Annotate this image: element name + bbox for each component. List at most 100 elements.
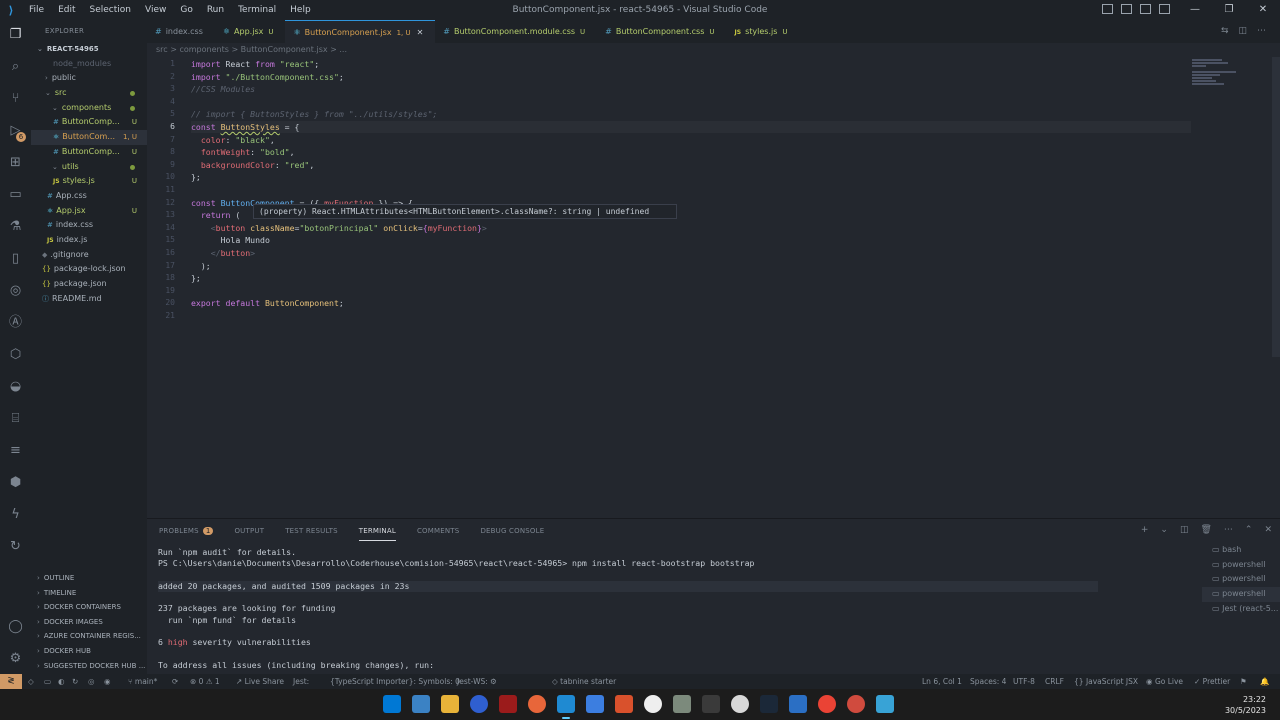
terminal-item-bash[interactable]: ▭ bash [1202, 543, 1280, 558]
tree-item-app-css[interactable]: # App.css [31, 189, 147, 204]
tab-problems[interactable]: PROBLEMS 1 [159, 527, 214, 535]
bookmarks-icon[interactable]: ▯ [7, 250, 24, 267]
cursor-position[interactable]: Ln 6, Col 1 [922, 674, 962, 689]
feedback-icon[interactable]: ⚑ [1240, 674, 1247, 689]
menu-view[interactable]: View [138, 0, 173, 20]
section-timeline[interactable]: › TIMELINE [31, 586, 147, 601]
tab-comments[interactable]: COMMENTS [417, 527, 459, 535]
section-docker-containers[interactable]: › DOCKER CONTAINERS [31, 600, 147, 615]
tab-app-jsx[interactable]: ⚛ App.jsx U [215, 20, 286, 43]
tab-buttoncomponent-jsx[interactable]: ⚛ ButtonComponent.jsx 1, U ✕ [285, 20, 436, 43]
settings-gear-icon[interactable]: ⚙ [7, 650, 24, 667]
tab-test-results[interactable]: TEST RESULTS [285, 527, 338, 535]
indentation[interactable]: Spaces: 4 [970, 674, 1006, 689]
maximize-panel-icon[interactable]: ⌃ [1245, 525, 1253, 535]
jest-ws-status[interactable]: Jest-WS: ⚙ [457, 674, 497, 689]
tree-item-public[interactable]: › public [31, 71, 147, 86]
windows-start-icon[interactable] [383, 695, 401, 713]
live-share-status[interactable]: ↗ Live Share [236, 674, 284, 689]
todo-app-icon[interactable] [412, 695, 430, 713]
tree-item-utils[interactable]: ⌄ utils [31, 160, 147, 175]
git-tool-icon[interactable] [528, 695, 546, 713]
tree-item-gitignore[interactable]: ◆ .gitignore [31, 248, 147, 263]
tree-item-readme[interactable]: ⓘ README.md [31, 292, 147, 307]
tab-terminal[interactable]: TERMINAL [358, 527, 397, 541]
menu-edit[interactable]: Edit [51, 0, 82, 20]
more-actions-icon[interactable]: ⋯ [1257, 26, 1266, 36]
encoding[interactable]: UTF-8 [1013, 674, 1035, 689]
tree-item-index-css[interactable]: # index.css [31, 218, 147, 233]
editor-scrollbar[interactable] [1272, 57, 1280, 357]
tab-buttoncomponent-css[interactable]: # ButtonComponent.css U [597, 20, 726, 43]
testing-icon[interactable]: ⚗ [7, 218, 24, 235]
menu-file[interactable]: File [22, 0, 51, 20]
docker-icon[interactable]: ◒ [7, 378, 24, 395]
search-icon[interactable]: ⌕ [7, 58, 24, 75]
go-live-button[interactable]: ◉ Go Live [1146, 674, 1183, 689]
ubuntu-icon[interactable] [615, 695, 633, 713]
problems-status[interactable]: ⊗ 0 ⚠ 1 [190, 674, 220, 689]
git-branch[interactable]: ⑂ main* [128, 674, 157, 689]
chat-app-icon[interactable] [470, 695, 488, 713]
workspace-icon[interactable]: ▭ [44, 674, 51, 689]
terminal-icon[interactable]: ⌸ [7, 410, 24, 427]
tab-buttoncomponent-module-css[interactable]: # ButtonComponent.module.css U [435, 20, 597, 43]
terminal-item-jest[interactable]: ▭ Jest (react-5... [1202, 602, 1280, 617]
line-endings[interactable]: CRLF [1045, 674, 1064, 689]
customize-layout-icon[interactable] [1159, 4, 1170, 14]
tree-item-package-json[interactable]: {} package.json [31, 277, 147, 292]
terminal-item-powershell-active[interactable]: ▭ powershell [1202, 587, 1280, 602]
steam-icon[interactable] [760, 695, 778, 713]
notes-icon[interactable] [789, 695, 807, 713]
section-outline[interactable]: › OUTLINE [31, 571, 147, 586]
tree-item-node-modules[interactable]: node_modules [31, 57, 147, 72]
gitlens-icon[interactable]: ⬡ [7, 346, 24, 363]
menu-help[interactable]: Help [283, 0, 318, 20]
accounts-icon[interactable]: ◐ [58, 674, 65, 689]
sync-icon[interactable]: ↻ [72, 674, 78, 689]
terminal-item-powershell[interactable]: ▭ powershell [1202, 572, 1280, 587]
packages-icon[interactable]: ⬢ [7, 474, 24, 491]
close-panel-icon[interactable]: ✕ [1264, 525, 1272, 535]
language-mode[interactable]: {} JavaScript JSX [1074, 674, 1138, 689]
vscode-taskbar-icon[interactable] [557, 695, 575, 713]
remote-indicator-icon[interactable]: ≷ [0, 674, 22, 689]
section-azure-container-registry[interactable]: › AZURE CONTAINER REGIS... [31, 629, 147, 644]
github-desktop-icon[interactable] [644, 695, 662, 713]
chevron-down-icon[interactable]: ⌄ [1160, 525, 1168, 535]
explorer-icon[interactable]: ❐ [7, 26, 24, 43]
tree-item-src[interactable]: ⌄ src [31, 86, 147, 101]
chrome-icon[interactable] [818, 695, 836, 713]
tree-item-buttoncomponent-module-css[interactable]: # ButtonComp... U [31, 145, 147, 160]
typescript-importer-status[interactable]: {TypeScript Importer}: Symbols: 0 [330, 674, 460, 689]
menu-selection[interactable]: Selection [83, 0, 138, 20]
tree-item-styles-js[interactable]: JS styles.js U [31, 174, 147, 189]
menu-run[interactable]: Run [200, 0, 231, 20]
extensions-icon[interactable]: ⊞ [7, 154, 24, 171]
broadcast-icon[interactable]: ◉ [104, 674, 111, 689]
azure-data-studio-icon[interactable] [586, 695, 604, 713]
section-docker-images[interactable]: › DOCKER IMAGES [31, 615, 147, 630]
maximize-icon[interactable]: ❐ [1212, 0, 1246, 20]
more-actions-icon[interactable]: ⋯ [1224, 525, 1233, 535]
tree-item-app-jsx[interactable]: ⚛ App.jsx U [31, 204, 147, 219]
split-terminal-icon[interactable]: ◫ [1180, 525, 1189, 535]
tree-item-buttoncomponent-jsx[interactable]: ⚛ ButtonCom... 1, U [31, 130, 147, 145]
new-terminal-icon[interactable]: + [1141, 525, 1149, 535]
tab-debug-console[interactable]: DEBUG CONSOLE [480, 527, 544, 535]
section-docker-hub[interactable]: › DOCKER HUB [31, 644, 147, 659]
project-root[interactable]: ⌄ REACT-54965 [31, 42, 147, 57]
database-icon[interactable]: ≡ [7, 442, 24, 459]
source-control-icon[interactable]: ⑂ [7, 90, 24, 107]
copilot-icon[interactable]: ◎ [88, 674, 95, 689]
terminal-app-icon[interactable] [702, 695, 720, 713]
kill-terminal-icon[interactable]: 🗑 [1200, 525, 1211, 535]
section-suggested-docker-hub[interactable]: › SUGGESTED DOCKER HUB ... [31, 659, 147, 674]
tab-styles-js[interactable]: JS styles.js U [727, 20, 800, 43]
minimize-icon[interactable]: — [1178, 0, 1212, 20]
git-gui-icon[interactable] [673, 695, 691, 713]
terminal-output[interactable]: Run `npm audit` for details. PS C:\Users… [158, 547, 1098, 671]
file-explorer-icon[interactable] [441, 695, 459, 713]
compare-icon[interactable]: ⇆ [1221, 26, 1229, 36]
thunder-icon[interactable]: ϟ [7, 506, 24, 523]
